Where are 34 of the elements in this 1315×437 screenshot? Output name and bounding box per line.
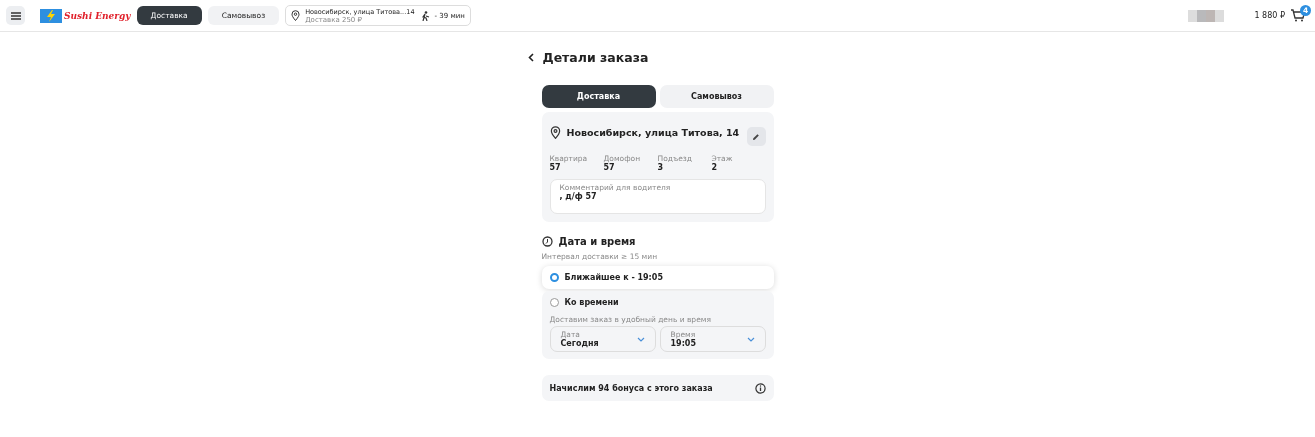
field-value: 2: [711, 163, 719, 173]
field-value: Сегодня: [560, 338, 599, 349]
menu-button[interactable]: [6, 6, 25, 25]
courier-icon: [419, 10, 430, 21]
location-pin-icon: [291, 10, 301, 21]
section-title: Дата и время: [558, 236, 636, 247]
back-button[interactable]: [527, 51, 536, 64]
chevron-down-icon: [636, 336, 645, 342]
delivery-tab[interactable]: Самовывоз: [659, 85, 774, 108]
lightning-icon: [40, 8, 62, 23]
info-icon: [754, 382, 766, 394]
field-value: 57: [549, 163, 561, 173]
page-title: Детали заказа: [542, 50, 649, 65]
option-label: Ко времени: [564, 298, 619, 307]
location-pin-icon: [549, 126, 561, 139]
menu-icon: [10, 11, 21, 20]
bonus-text: Начислим 94 бонуса с этого заказа: [549, 383, 713, 393]
field-value: 3: [657, 163, 665, 173]
field-value: 19:05: [670, 338, 696, 349]
chevron-down-icon: [746, 336, 755, 342]
radio-button[interactable]: [549, 298, 559, 307]
logo[interactable]: Sushi Energy: [40, 8, 131, 23]
option-label: Ближайшее к - 19:05: [564, 273, 663, 282]
field-value: 57: [603, 163, 615, 173]
edit-button[interactable]: [746, 127, 766, 146]
cart-icon: [1291, 9, 1305, 22]
delivery-tab[interactable]: Доставка: [541, 85, 656, 108]
clock-icon: [541, 236, 553, 247]
time-option[interactable]: Ближайшее к - 19:05: [541, 266, 774, 289]
delivery-address: Новосибирск, улица Титова, 14: [566, 127, 741, 138]
cart-total: 1 880 ₽: [1254, 11, 1285, 20]
pencil-icon: [752, 132, 760, 141]
radio-button[interactable]: [549, 273, 559, 282]
field-value: , д/ф 57: [559, 192, 597, 202]
